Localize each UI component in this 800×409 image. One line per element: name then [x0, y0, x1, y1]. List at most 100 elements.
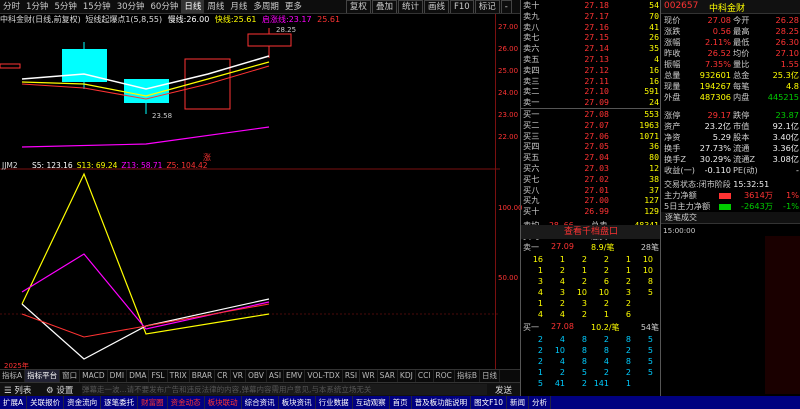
list-button[interactable]: ☰ 列表	[4, 384, 31, 396]
toolbar-item[interactable]: 统计	[397, 0, 423, 13]
period-tab[interactable]: 5分钟	[51, 0, 79, 13]
toolbar-item[interactable]: 叠加	[371, 0, 397, 13]
kline-chart[interactable]: 28.25 23.58 涨 JJM2 S5: 123.16 S13: 69.24 Z…	[0, 14, 500, 369]
bottom-tab[interactable]: 逐笔委托	[101, 396, 139, 409]
quote-value: 23.87	[775, 110, 799, 120]
indicator-tab[interactable]: KDJ	[398, 370, 416, 382]
quote-row: 振幅 7.35% 量比 1.55	[661, 59, 800, 70]
order-book-row[interactable]: 卖二 27.10 591	[521, 86, 661, 97]
toolbar-item[interactable]: 画线	[423, 0, 449, 13]
indicator-tab[interactable]: SAR	[378, 370, 398, 382]
bottom-tab[interactable]: 扩展A	[0, 396, 28, 409]
order-book-row[interactable]: 卖十 27.18 54	[521, 0, 661, 11]
queue-cell: 10	[598, 288, 609, 297]
trades-list-placeholder[interactable]	[661, 236, 800, 394]
send-button[interactable]: 发送	[495, 384, 512, 396]
toolbar-item[interactable]: 复权	[345, 0, 371, 13]
indicator-tab[interactable]: 指标A	[0, 370, 26, 382]
bottom-tab[interactable]: 行业数据	[316, 396, 353, 409]
indicator-tab[interactable]: 指标B	[455, 370, 481, 382]
order-book-row[interactable]: 买九 27.00 127	[521, 195, 661, 206]
order-book-row[interactable]: 买三 27.06 1071	[521, 131, 661, 142]
bottom-tab[interactable]: 关联报价	[27, 396, 65, 409]
level-avg: 10.2/笔	[591, 323, 620, 332]
period-tab[interactable]: 月线	[227, 0, 250, 13]
period-tab[interactable]: 日线	[181, 0, 205, 13]
indicator-tab[interactable]: DMA	[127, 370, 150, 382]
level-label: 买十	[523, 206, 540, 217]
toolbar-item[interactable]: F10	[449, 0, 474, 13]
indicator-tab[interactable]: RSI	[343, 370, 361, 382]
bottom-tab[interactable]: 普及板功能说明	[412, 396, 472, 409]
period-tab[interactable]: 分时	[0, 0, 23, 13]
order-book-row[interactable]: 卖八 27.16 41	[521, 22, 661, 33]
period-tab[interactable]: 60分钟	[148, 0, 182, 13]
order-book-row[interactable]: 卖三 27.11 16	[521, 76, 661, 87]
indicator-tab[interactable]: ROC	[434, 370, 455, 382]
indicator-tab[interactable]: VR	[231, 370, 246, 382]
bottom-tab[interactable]: 互动观察	[353, 396, 390, 409]
order-book-row[interactable]: 买一 27.08 553	[521, 109, 661, 120]
bottom-tab[interactable]: 分析	[529, 396, 551, 409]
bottom-tab[interactable]: 图文F10	[471, 396, 507, 409]
indicator-tab[interactable]: ASI	[267, 370, 285, 382]
bottom-tab[interactable]: 新闻	[507, 396, 529, 409]
indicator-tab[interactable]: OBV	[246, 370, 267, 382]
period-tab[interactable]: 30分钟	[114, 0, 148, 13]
indicator-tab[interactable]: BRAR	[190, 370, 216, 382]
quote-row: 总量 932601 总金 25.3亿	[661, 70, 800, 81]
order-book-row[interactable]: 卖一 27.09 24	[521, 97, 661, 108]
period-tab[interactable]: 周线	[204, 0, 227, 13]
indicator-tab[interactable]: 窗口	[60, 370, 81, 382]
indicator-tab[interactable]: VOL-TDX	[305, 370, 343, 382]
queue-cell: 5	[581, 368, 587, 377]
indicator-tab[interactable]: DMI	[108, 370, 128, 382]
order-book-row[interactable]: 买六 27.03 12	[521, 163, 661, 174]
quote-value: -	[796, 165, 799, 175]
order-book-row[interactable]: 买五 27.04 80	[521, 152, 661, 163]
order-book-row[interactable]: 买七 27.02 38	[521, 174, 661, 185]
indicator-tab[interactable]: FSL	[149, 370, 168, 382]
period-tab[interactable]: 1分钟	[23, 0, 51, 13]
indicator-tab[interactable]: EMV	[284, 370, 306, 382]
order-book-row[interactable]: 卖五 27.13 4	[521, 54, 661, 65]
toolbar-item[interactable]: 标记	[474, 0, 500, 13]
quote-row: 外盘 487306 内盘 445215	[661, 92, 800, 103]
toolbar-item[interactable]: -	[500, 0, 512, 13]
order-book-row[interactable]: 卖四 27.12 16	[521, 65, 661, 76]
high-price-label: 28.25	[276, 26, 296, 34]
indicator-tab[interactable]: WR	[360, 370, 378, 382]
period-tab[interactable]: 更多	[282, 0, 305, 13]
bottom-tab[interactable]: 资金流向	[64, 396, 102, 409]
order-book-row[interactable]: 买二 27.07 1963	[521, 120, 661, 131]
quote-label: 流通	[733, 143, 750, 153]
indicator-tab[interactable]: 日线	[480, 370, 501, 382]
bottom-tab[interactable]: 综合资讯	[242, 396, 279, 409]
order-book-row[interactable]: 卖六 27.14 35	[521, 43, 661, 54]
view-depth-link[interactable]: 查看千档盘口	[521, 225, 661, 239]
bottom-tab[interactable]: 板块资讯	[279, 396, 316, 409]
sub-indicator-value: Z13: 58.71	[121, 161, 162, 170]
indicator-tab[interactable]: CR	[215, 370, 231, 382]
indicator-tab[interactable]: TRIX	[168, 370, 190, 382]
settings-button[interactable]: ⚙ 设置	[46, 384, 73, 396]
sub-indicator-name[interactable]: JJM2	[1, 161, 18, 170]
order-book-row[interactable]: 买十 26.99 129	[521, 206, 661, 217]
period-tab[interactable]: 15分钟	[80, 0, 114, 13]
order-book-row[interactable]: 买四 27.05 36	[521, 141, 661, 152]
queue-cell: 1	[625, 255, 631, 264]
indicator-tab[interactable]: MACD	[80, 370, 108, 382]
indicator-tab[interactable]: 指标平台	[25, 370, 61, 382]
queue-cell: 2	[537, 335, 543, 344]
bottom-tab[interactable]: 财富圈	[138, 396, 168, 409]
danmu-input[interactable]: 弹幕走一波...请不要发布广告和违反法律的内容,弹幕内容需用户意见,与本系统立场…	[82, 384, 487, 395]
period-tab[interactable]: 多周期	[250, 0, 282, 13]
order-book-row[interactable]: 买八 27.01 37	[521, 185, 661, 196]
level-volume: 1963	[639, 119, 659, 130]
indicator-tab[interactable]: CCI	[416, 370, 434, 382]
order-book-row[interactable]: 卖七 27.15 26	[521, 32, 661, 43]
bottom-tab[interactable]: 板块联动	[205, 396, 242, 409]
bottom-tab[interactable]: 首页	[390, 396, 412, 409]
bottom-tab[interactable]: 资金动态	[168, 396, 205, 409]
order-book-row[interactable]: 卖九 27.17 70	[521, 11, 661, 22]
